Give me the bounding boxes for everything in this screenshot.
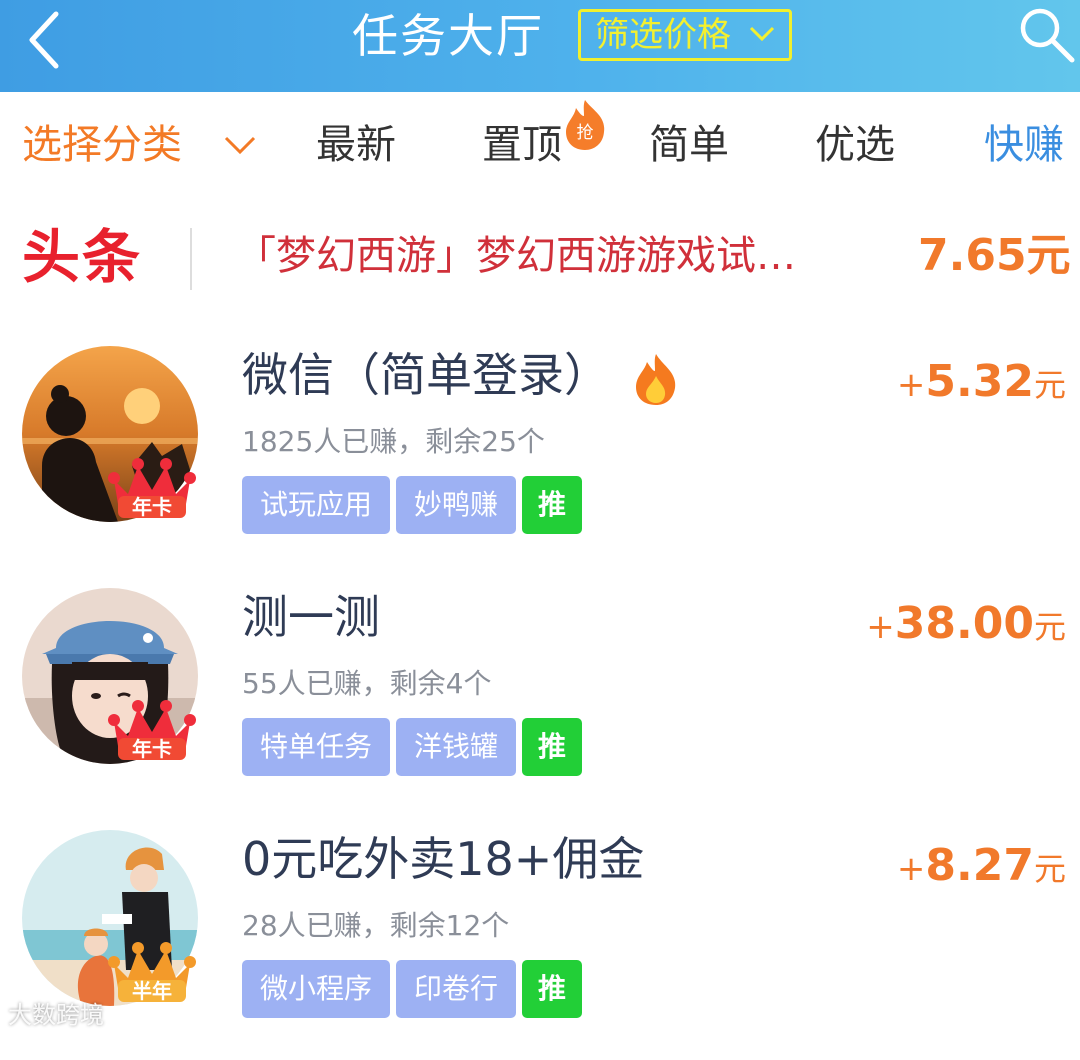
chevron-down-icon bbox=[749, 26, 775, 42]
crown-label: 年卡 bbox=[132, 737, 172, 761]
task-reward: +5.32元 bbox=[896, 356, 1066, 407]
tab-preferred[interactable]: 优选 bbox=[815, 120, 895, 170]
tab-simple[interactable]: 简单 bbox=[649, 120, 729, 170]
back-arrow-icon[interactable] bbox=[26, 10, 62, 70]
headline-bar[interactable]: 头条 「梦幻西游」梦幻西游游戏试… 7.65元 bbox=[0, 220, 1080, 300]
task-title: 微信（简单登录） bbox=[242, 340, 681, 410]
search-icon[interactable] bbox=[1016, 4, 1076, 64]
category-tabs: 选择分类 最新 置顶 简单 优选 快赚 bbox=[0, 92, 1080, 198]
headline-text: 「梦幻西游」梦幻西游游戏试… bbox=[236, 233, 796, 279]
task-reward: +38.00元 bbox=[866, 598, 1066, 649]
recommended-tag: 推 bbox=[522, 960, 583, 1018]
tag: 印卷行 bbox=[396, 960, 517, 1018]
tab-pinned[interactable]: 置顶 bbox=[482, 120, 562, 170]
task-item[interactable]: 年卡 测一测 55人已赚，剩余4个 特单任务 洋钱罐推 +38.00元 bbox=[0, 588, 1080, 818]
price-filter-label: 筛选价格 bbox=[595, 15, 731, 55]
divider bbox=[190, 228, 192, 290]
chevron-down-icon bbox=[224, 136, 256, 155]
tab-quick-earn[interactable]: 快赚 bbox=[984, 120, 1064, 170]
tab-label: 选择分类 bbox=[22, 122, 182, 168]
headline-logo: 头条 bbox=[22, 223, 143, 291]
tag: 特单任务 bbox=[242, 718, 391, 776]
task-item[interactable]: 年卡 微信（简单登录） 1825人已赚，剩余25个 试玩应用 妙鸭赚推 +5.32… bbox=[0, 346, 1080, 576]
tag: 微小程序 bbox=[242, 960, 391, 1018]
task-item[interactable]: 半年 0元吃外卖18+佣金 28人已赚，剩余12个 微小程序 印卷行推 +8.27… bbox=[0, 830, 1080, 1060]
crown-icon: 年卡 bbox=[108, 700, 196, 761]
recommended-tag: 推 bbox=[522, 718, 583, 776]
page-title: 任务大厅 bbox=[352, 9, 544, 63]
tag: 试玩应用 bbox=[242, 476, 391, 534]
tag-list: 试玩应用 妙鸭赚推 bbox=[242, 476, 588, 534]
price-filter-button[interactable]: 筛选价格 bbox=[578, 9, 792, 61]
watermark: 大数跨境 bbox=[8, 1001, 104, 1029]
flame-icon: 抢 bbox=[566, 100, 605, 150]
task-stats: 28人已赚，剩余12个 bbox=[242, 909, 510, 942]
pinned-badge-text: 抢 bbox=[577, 123, 594, 143]
crown-icon: 年卡 bbox=[108, 458, 196, 519]
task-stats: 55人已赚，剩余4个 bbox=[242, 667, 492, 700]
crown-label: 年卡 bbox=[132, 495, 172, 519]
tag: 妙鸭赚 bbox=[396, 476, 517, 534]
recommended-tag: 推 bbox=[522, 476, 583, 534]
tag: 洋钱罐 bbox=[396, 718, 517, 776]
task-title: 测一测 bbox=[242, 590, 380, 644]
tab-select-category[interactable]: 选择分类 bbox=[22, 120, 256, 170]
tab-newest[interactable]: 最新 bbox=[316, 120, 396, 170]
task-stats: 1825人已赚，剩余25个 bbox=[242, 425, 545, 458]
crown-label: 半年 bbox=[132, 979, 172, 1003]
crown-icon: 半年 bbox=[108, 942, 196, 1003]
flame-icon bbox=[635, 353, 675, 405]
task-reward: +8.27元 bbox=[896, 840, 1066, 891]
task-title: 0元吃外卖18+佣金 bbox=[242, 832, 645, 886]
tag-list: 特单任务 洋钱罐推 bbox=[242, 718, 588, 776]
headline-price: 7.65元 bbox=[918, 230, 1071, 281]
top-bar: 任务大厅 筛选价格 bbox=[0, 0, 1080, 92]
tag-list: 微小程序 印卷行推 bbox=[242, 960, 588, 1018]
